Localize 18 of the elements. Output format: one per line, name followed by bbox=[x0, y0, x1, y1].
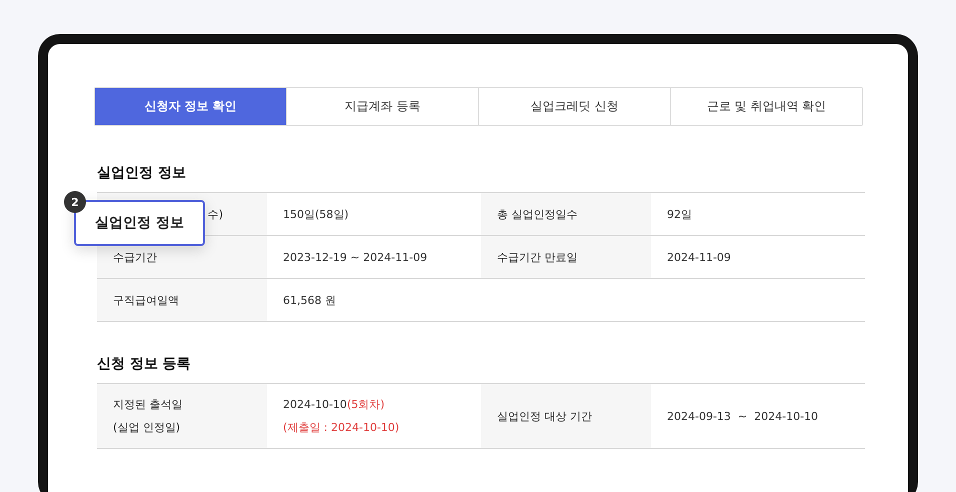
step-tab[interactable]: 근로 및 취업내역 확인 bbox=[670, 88, 862, 125]
label-cell: 총 실업인정일수 bbox=[481, 193, 651, 235]
section-title: 실업인정 정보 bbox=[97, 164, 187, 182]
label-line: (실업 인정일) bbox=[113, 420, 180, 435]
value-cell-text: 2024-09-13 ~ 2024-10-10 bbox=[666, 408, 820, 424]
value-cell-text: 150일(58일) bbox=[282, 206, 350, 222]
section-title: 신청 정보 등록 bbox=[97, 355, 192, 373]
value-cell-text: 2023-12-19 ~ 2024-11-09 bbox=[282, 250, 428, 266]
label-cell: 구직급여일액 bbox=[97, 279, 267, 321]
label-cell: 실업인정 대상 기간 bbox=[481, 384, 651, 448]
date-text: 2024-10-10(5회차) bbox=[283, 397, 385, 412]
label-cell: 수급기간 만료일 bbox=[481, 236, 651, 278]
submitted-date: (제출일 : 2024-10-10) bbox=[283, 420, 400, 435]
value-cell-text: 61,568 원 bbox=[282, 292, 337, 308]
value-cell-text: 92일 bbox=[666, 206, 693, 222]
label-line: 지정된 출석일 bbox=[113, 397, 182, 412]
step-tab[interactable]: 신청자 정보 확인 bbox=[95, 88, 286, 125]
value-cell-text: 2024-11-09 bbox=[666, 250, 732, 266]
